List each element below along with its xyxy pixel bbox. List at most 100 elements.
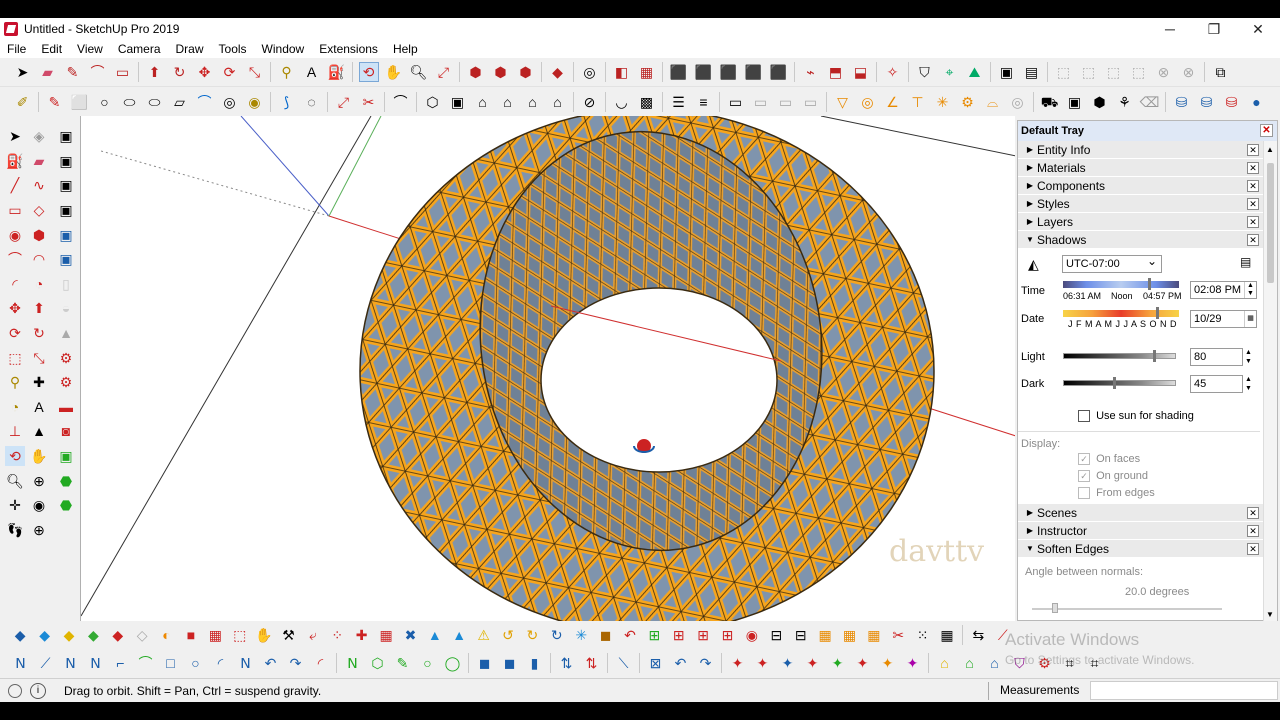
tray-toggle-icon[interactable]: ⧉: [1211, 62, 1231, 82]
bezier-icon[interactable]: ⟆: [277, 92, 297, 112]
gear-red-icon[interactable]: ⚙: [56, 348, 76, 368]
timezone-select[interactable]: UTC-07:00: [1062, 253, 1162, 273]
home-icon[interactable]: ⌂: [473, 92, 493, 112]
house-yellow-icon[interactable]: ⌂: [935, 653, 955, 673]
circle-shape-icon[interactable]: ○: [95, 92, 115, 112]
paint-bucket-icon[interactable]: ⛽: [327, 62, 347, 82]
panel-materials[interactable]: ▶ Materials ✕: [1018, 159, 1263, 177]
drawing-viewport[interactable]: davttv: [80, 116, 1015, 621]
tray-scrollbar[interactable]: ▲ ▼: [1263, 141, 1277, 621]
red-frame-icon[interactable]: ⬚: [230, 625, 249, 645]
pan-icon[interactable]: ✋: [384, 62, 404, 82]
scroll-up-icon[interactable]: ▲: [1266, 145, 1274, 154]
paint-icon[interactable]: ⛽: [5, 151, 25, 171]
from-edges-check-icon[interactable]: [1078, 487, 1090, 500]
shadow-toggle-icon[interactable]: ◭: [1028, 256, 1046, 272]
plant-icon[interactable]: ⚘: [1115, 92, 1135, 112]
from-edges-checkbox[interactable]: From edges: [1078, 487, 1155, 500]
camera-red-icon[interactable]: ◙: [56, 421, 76, 441]
details-toggle-icon[interactable]: ▤: [1240, 255, 1251, 269]
walk-icon[interactable]: 👣︎: [5, 520, 25, 540]
eraser-icon[interactable]: ▰: [38, 62, 58, 82]
solid-subtract-icon[interactable]: ⬛: [694, 62, 714, 82]
zoom-window-icon[interactable]: ⊕: [29, 471, 49, 491]
layers-manager-icon[interactable]: ▣: [997, 62, 1017, 82]
arrow-multi-5-icon[interactable]: ✦: [828, 653, 848, 673]
time-slider-thumb[interactable]: [1148, 278, 1151, 290]
blank-icon-3[interactable]: ▲: [56, 323, 76, 343]
updown-red-icon[interactable]: ⇅: [582, 653, 602, 673]
view-back-icon[interactable]: ⊗: [1154, 62, 1174, 82]
parallelogram-icon[interactable]: ▱: [170, 92, 190, 112]
rectangle-icon[interactable]: ▭: [113, 62, 133, 82]
text-left-icon[interactable]: A: [29, 397, 49, 417]
plus-icon[interactable]: ✚: [352, 625, 371, 645]
scroll-down-icon[interactable]: ▼: [1266, 610, 1274, 619]
pencil-line-icon[interactable]: ✎: [63, 62, 83, 82]
no-entry-icon[interactable]: ⊘: [580, 92, 600, 112]
panel-instructor[interactable]: ▶ Instructor ✕: [1018, 522, 1263, 540]
move-left-icon[interactable]: ✥: [5, 298, 25, 318]
stairs-icon[interactable]: ☰: [669, 92, 689, 112]
on-faces-checkbox[interactable]: ✓ On faces: [1078, 453, 1140, 466]
yellow-gem-icon[interactable]: ◆: [59, 625, 78, 645]
blank-icon-1[interactable]: ▯: [56, 274, 76, 294]
geo-location-icon[interactable]: [8, 683, 22, 698]
panel-entity-info[interactable]: ▶ Entity Info ✕: [1018, 141, 1263, 159]
component-icon-1[interactable]: ▣: [56, 126, 76, 146]
green-tree-icon[interactable]: ⬣: [56, 471, 76, 491]
layers-stack-red-icon[interactable]: ⛁: [1222, 92, 1242, 112]
updown-icon[interactable]: ⇅: [557, 653, 577, 673]
curve-b-icon[interactable]: ↻: [547, 625, 566, 645]
freehand-icon[interactable]: ✎: [45, 92, 65, 112]
light-slider-thumb[interactable]: [1153, 350, 1156, 362]
line-tool-3-icon[interactable]: ꓠ: [61, 653, 81, 673]
xray-box-icon[interactable]: ▭: [726, 92, 746, 112]
blue-gem-icon[interactable]: ◆: [11, 625, 30, 645]
maximize-button[interactable]: ❐: [1192, 18, 1236, 40]
curve-y-icon[interactable]: ↺: [498, 625, 517, 645]
red-grid-icon[interactable]: ▦: [206, 625, 225, 645]
house-outline-icon[interactable]: ⌂: [523, 92, 543, 112]
arrow-multi-2-icon[interactable]: ✦: [753, 653, 773, 673]
zoom-extents-icon[interactable]: ⤢: [434, 62, 454, 82]
components-share-icon[interactable]: ⬢: [491, 62, 511, 82]
green-tree-2-icon[interactable]: ⬣: [56, 495, 76, 515]
menu-window[interactable]: Window: [255, 42, 313, 56]
ruby-icon[interactable]: ◆: [548, 62, 568, 82]
view-right-icon[interactable]: ⬚: [1129, 62, 1149, 82]
on-faces-check-icon[interactable]: ✓: [1078, 453, 1090, 466]
section-left-icon[interactable]: ⊕: [29, 520, 49, 540]
panel-close-icon[interactable]: ✕: [1247, 525, 1259, 537]
scroll-thumb[interactable]: [1267, 163, 1274, 283]
blank-icon-2[interactable]: ◒: [56, 298, 76, 318]
arrow-multi-6-icon[interactable]: ✦: [853, 653, 873, 673]
component-icon-2[interactable]: ▣: [56, 151, 76, 171]
wireframe-icon[interactable]: ▭: [776, 92, 796, 112]
ellipse-green-icon[interactable]: ◯: [443, 653, 463, 673]
curve-b3-icon[interactable]: ↷: [696, 653, 716, 673]
folder-red-icon[interactable]: ▬: [56, 397, 76, 417]
helix-icon[interactable]: ◌: [302, 92, 322, 112]
line-icon[interactable]: ╱: [5, 175, 25, 195]
spark-icon[interactable]: ✳: [571, 625, 590, 645]
scale-left-icon[interactable]: ⤡: [29, 348, 49, 368]
menu-view[interactable]: View: [70, 42, 111, 56]
arrow-multi-1-icon[interactable]: ✦: [728, 653, 748, 673]
view-top-icon[interactable]: ⬚: [1079, 62, 1099, 82]
line-tool-7-icon[interactable]: ꓠ: [343, 653, 363, 673]
use-sun-checkbox[interactable]: Use sun for shading: [1078, 410, 1194, 423]
grid-red-icon[interactable]: ▦: [376, 625, 395, 645]
scissor-icon[interactable]: ✂: [889, 625, 908, 645]
target-red-icon[interactable]: ◉: [742, 625, 761, 645]
panel-close-icon[interactable]: ✕: [1247, 507, 1259, 519]
car-icon[interactable]: ⛟: [1040, 92, 1060, 112]
dots-circle-icon[interactable]: ⁙: [913, 625, 932, 645]
dark-spinner-icon[interactable]: ▲ ▼: [1245, 375, 1252, 393]
warehouse-building-icon[interactable]: ⌂: [548, 92, 568, 112]
date-slider[interactable]: [1063, 310, 1179, 317]
line-tool-1-icon[interactable]: ꓠ: [11, 653, 31, 673]
sweep-icon[interactable]: ⌒: [391, 92, 411, 112]
curve-tool-icon[interactable]: ⌒: [195, 92, 215, 112]
bar-blue-icon[interactable]: ▮: [525, 653, 545, 673]
